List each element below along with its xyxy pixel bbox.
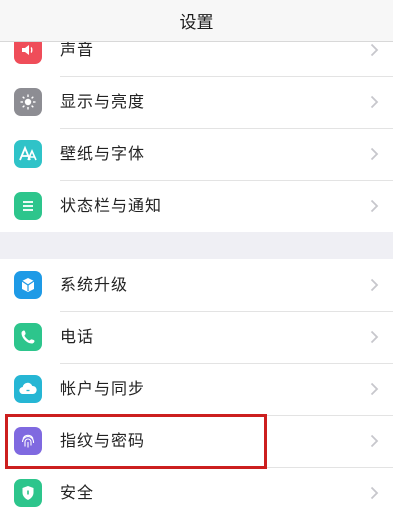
settings-item-system-update[interactable]: 系统升级 [0,259,393,311]
chevron-right-icon [370,199,379,213]
chevron-right-icon [370,382,379,396]
settings-screen: 声音 显示与亮度 壁纸与字体 状态栏与通知 系统升级 电话 帐户与同步 指纹与密… [0,0,393,519]
list-icon [14,192,42,220]
settings-item-label: 系统升级 [60,275,129,294]
settings-item-label: 帐户与同步 [60,379,146,398]
shield-icon [14,479,42,507]
cloud-icon [14,375,42,403]
settings-item-label: 指纹与密码 [60,431,146,450]
chevron-right-icon [370,147,379,161]
chevron-right-icon [370,486,379,500]
settings-group-display: 声音 显示与亮度 壁纸与字体 状态栏与通知 [0,24,393,232]
settings-item-label: 壁纸与字体 [60,144,146,163]
settings-item-fingerprint-password[interactable]: 指纹与密码 [0,415,393,467]
settings-item-statusbar-notifications[interactable]: 状态栏与通知 [0,180,393,232]
settings-item-label: 电话 [60,327,95,346]
chevron-right-icon [370,330,379,344]
settings-item-label: 显示与亮度 [60,92,146,111]
title-bar: 设置 [0,0,393,42]
page-title: 设置 [179,13,214,33]
settings-item-phone[interactable]: 电话 [0,311,393,363]
chevron-right-icon [370,95,379,109]
fingerprint-icon [14,427,42,455]
settings-item-security[interactable]: 安全 [0,467,393,519]
chevron-right-icon [370,43,379,57]
package-icon [14,271,42,299]
settings-item-label: 安全 [60,483,95,502]
settings-item-account-sync[interactable]: 帐户与同步 [0,363,393,415]
letter-a-icon [14,140,42,168]
settings-item-wallpaper-font[interactable]: 壁纸与字体 [0,128,393,180]
chevron-right-icon [370,434,379,448]
settings-item-label: 状态栏与通知 [60,196,163,215]
phone-icon [14,323,42,351]
settings-group-system: 系统升级 电话 帐户与同步 指纹与密码 安全 [0,259,393,519]
settings-item-display-brightness[interactable]: 显示与亮度 [0,76,393,128]
chevron-right-icon [370,278,379,292]
sun-icon [14,88,42,116]
